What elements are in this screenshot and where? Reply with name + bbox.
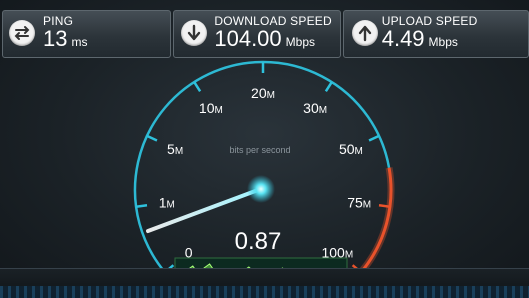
gauge-label-t1: 1M: [159, 195, 175, 211]
gauge-tick-t5: [146, 134, 158, 142]
gauge-tick-t30: [324, 81, 333, 92]
unit-caption: bits per second: [229, 145, 291, 155]
gauge-tick-t50: [368, 134, 380, 142]
gauge-tick-t1: [135, 204, 148, 208]
gauge-label-t30: 30M: [303, 100, 327, 116]
current-speed-value: 0.87: [234, 228, 282, 255]
gauge-label-t75: 75M: [347, 195, 371, 211]
footer-decoration: [0, 286, 529, 298]
gauge-needle-hub: [247, 175, 275, 203]
gauge-tick-t75: [378, 204, 391, 208]
gauge-label-t20: 20M: [251, 85, 275, 101]
speedtest-app: PING 13 ms DOWNLOAD SPEED 104.00 Mbps UPLO…: [0, 0, 529, 298]
footer-bar: [0, 268, 529, 298]
gauge-label-t5: 5M: [167, 141, 183, 157]
gauge-label-t10: 10M: [199, 100, 223, 116]
gauge-tick-t10: [193, 81, 202, 92]
gauge-label-t50: 50M: [339, 141, 363, 157]
